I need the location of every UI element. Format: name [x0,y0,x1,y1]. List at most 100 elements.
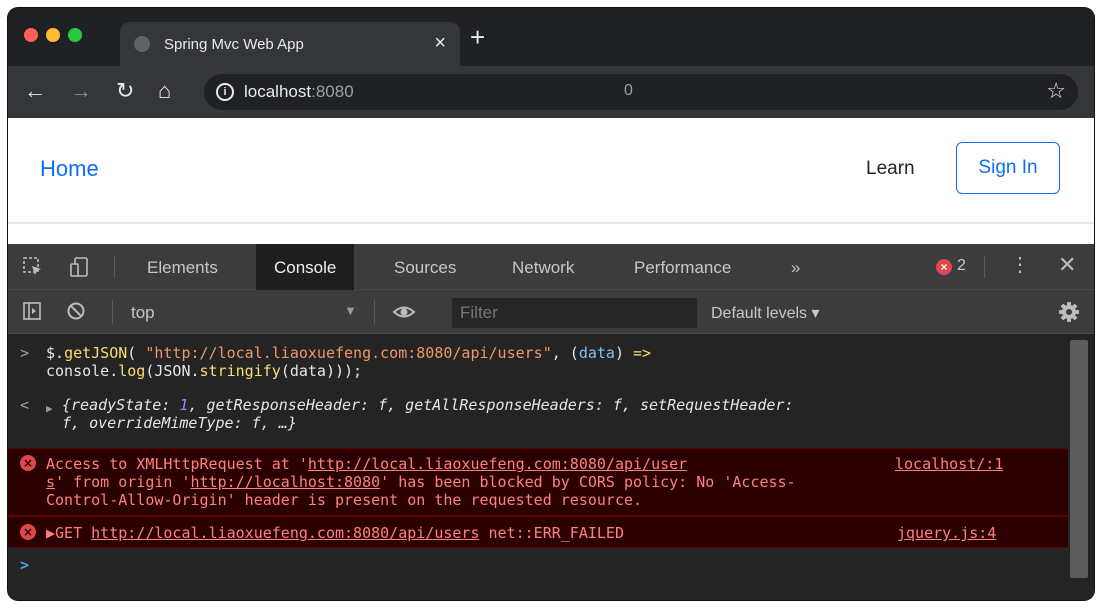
forward-arrow-icon[interactable]: → [70,78,92,104]
screenshot-frame: Spring Mvc Web App × + ← → ↻ ⌂ i localho… [0,0,1102,608]
tab-performance[interactable]: Performance [634,258,731,278]
devtools-panel: Elements Console Sources Network Perform… [8,244,1094,600]
code-token: ) [614,344,634,362]
url-host: localhost [244,82,312,101]
code-token: log [118,362,146,380]
error-source-link[interactable]: jquery.js:4 [897,524,996,542]
error-message-line-2: s' from origin 'http://localhost:8080' h… [46,473,796,491]
home-link[interactable]: Home [40,156,99,182]
error-source-link[interactable]: localhost/:1 [895,455,1003,473]
code-token: getJSON [64,344,128,362]
error-url-link[interactable]: s [46,473,55,491]
browser-toolbar: ← → ↻ ⌂ i localhost:8080 0 ☆ [8,66,1094,118]
web-page: Home Learn Sign In [8,118,1094,244]
error-icon: × [20,524,36,540]
reload-icon[interactable]: ↻ [116,78,134,104]
code-token: ' has been blocked by CORS policy: No 'A… [380,473,796,491]
context-dropdown-icon[interactable]: ▼ [344,303,357,318]
tab-network[interactable]: Network [512,258,574,278]
globe-icon [134,36,150,52]
new-tab-button[interactable]: + [470,24,485,50]
error-badge-icon[interactable]: × [936,259,952,275]
error-icon: × [20,455,36,471]
code-token: $. [46,344,65,362]
sign-in-button[interactable]: Sign In [956,142,1060,194]
expand-triangle-icon[interactable]: ▶ [46,400,53,418]
code-token: "http://local.liaoxuefeng.com:8080/api/u… [145,344,552,362]
kebab-menu-icon[interactable]: ⋮ [1010,254,1030,276]
address-bar[interactable]: i localhost:8080 0 ☆ [204,74,1078,110]
toolbar-separator [112,300,113,324]
code-token: net::ERR_FAILED [479,524,624,542]
bookmark-star-icon[interactable]: ☆ [1046,78,1066,104]
error-count[interactable]: 2 [957,257,966,275]
back-arrow-icon[interactable]: ← [24,78,46,104]
request-url-link[interactable]: http://local.liaoxuefeng.com:8080/api/us… [91,524,479,542]
tab-sources[interactable]: Sources [394,258,456,278]
code-token: , ( [551,344,579,362]
tab-console[interactable]: Console [256,244,355,290]
log-levels-dropdown[interactable]: Default levels ▾ [711,303,820,323]
code-token: => [633,344,652,362]
result-object-line-1: {readyState: 1, getResponseHeader: f, ge… [62,396,794,414]
tab-title: Spring Mvc Web App [164,36,304,53]
code-token: ▶GET [46,524,92,542]
toolbar-separator [114,256,115,278]
browser-window: Spring Mvc Web App × + ← → ↻ ⌂ i localho… [8,8,1094,600]
origin-url-link[interactable]: http://localhost:8080 [191,473,381,491]
code-token: (JSON. [145,362,200,380]
code-token: (data))); [280,362,363,380]
context-selector[interactable]: top [131,303,155,323]
page-navbar: Home Learn Sign In [8,118,1094,224]
minimize-window-button[interactable] [46,28,60,42]
console-result-entry[interactable]: < ▶ {readyState: 1, getResponseHeader: f… [8,396,1068,436]
console-scrollbar[interactable] [1070,340,1088,578]
input-code-line-2: console.log(JSON.stringify(data))); [46,362,362,380]
learn-link[interactable]: Learn [866,158,915,180]
info-icon[interactable]: i [216,83,234,101]
zoom-window-button[interactable] [68,28,82,42]
devtools-tab-bar: Elements Console Sources Network Perform… [8,244,1094,290]
eye-icon[interactable] [392,302,416,322]
more-tabs-button[interactable]: » [791,258,800,278]
error-url-link[interactable]: http://local.liaoxuefeng.com:8080/api/us… [308,455,687,473]
sidebar-toggle-icon[interactable] [22,301,42,321]
url-stray-char: 0 [624,82,633,99]
console-input-entry: > $.getJSON( "http://local.liaoxuefeng.c… [8,344,1068,384]
close-devtools-icon[interactable]: ✕ [1058,253,1076,277]
code-token: console. [46,362,119,380]
code-token: Access to XMLHttpRequest at ' [46,455,308,473]
output-prompt-icon: < [20,396,30,414]
code-token: {readyState: [62,396,180,414]
input-code-line-1: $.getJSON( "http://local.liaoxuefeng.com… [46,344,651,362]
console-output[interactable]: > $.getJSON( "http://local.liaoxuefeng.c… [8,334,1068,600]
code-token: stringify [199,362,281,380]
tab-elements[interactable]: Elements [147,258,218,278]
home-icon[interactable]: ⌂ [158,78,171,104]
title-bar: Spring Mvc Web App × + [8,8,1094,66]
code-token: ' from origin ' [55,473,191,491]
console-filter-bar: top ▼ Default levels ▾ [8,290,1094,334]
clear-console-icon[interactable] [66,301,86,321]
console-input-prompt[interactable]: > [20,556,29,574]
network-error-text: ▶GET http://local.liaoxuefeng.com:8080/a… [46,524,624,542]
filter-input[interactable] [452,298,697,328]
gear-icon[interactable] [1058,301,1080,323]
url-text: localhost:8080 [244,82,354,102]
close-window-button[interactable] [24,28,38,42]
console-error-entry: × Access to XMLHttpRequest at 'http://lo… [8,448,1068,516]
browser-tab[interactable]: Spring Mvc Web App × [120,22,460,66]
toolbar-separator [984,256,985,278]
error-message-line-3: Control-Allow-Origin' header is present … [46,491,643,509]
input-prompt-icon: > [20,344,30,362]
toolbar-separator [374,300,375,324]
inspect-element-icon[interactable] [22,256,44,278]
device-toolbar-icon[interactable] [68,255,92,279]
code-token: ( [127,344,146,362]
console-error-entry[interactable]: × ▶GET http://local.liaoxuefeng.com:8080… [8,516,1068,548]
result-object-line-2: f, overrideMimeType: f, …} [62,414,297,432]
code-token: data [578,344,615,362]
code-token: , getResponseHeader: f, getAllResponseHe… [188,396,794,414]
url-port: :8080 [311,82,354,101]
close-tab-icon[interactable]: × [434,32,446,54]
